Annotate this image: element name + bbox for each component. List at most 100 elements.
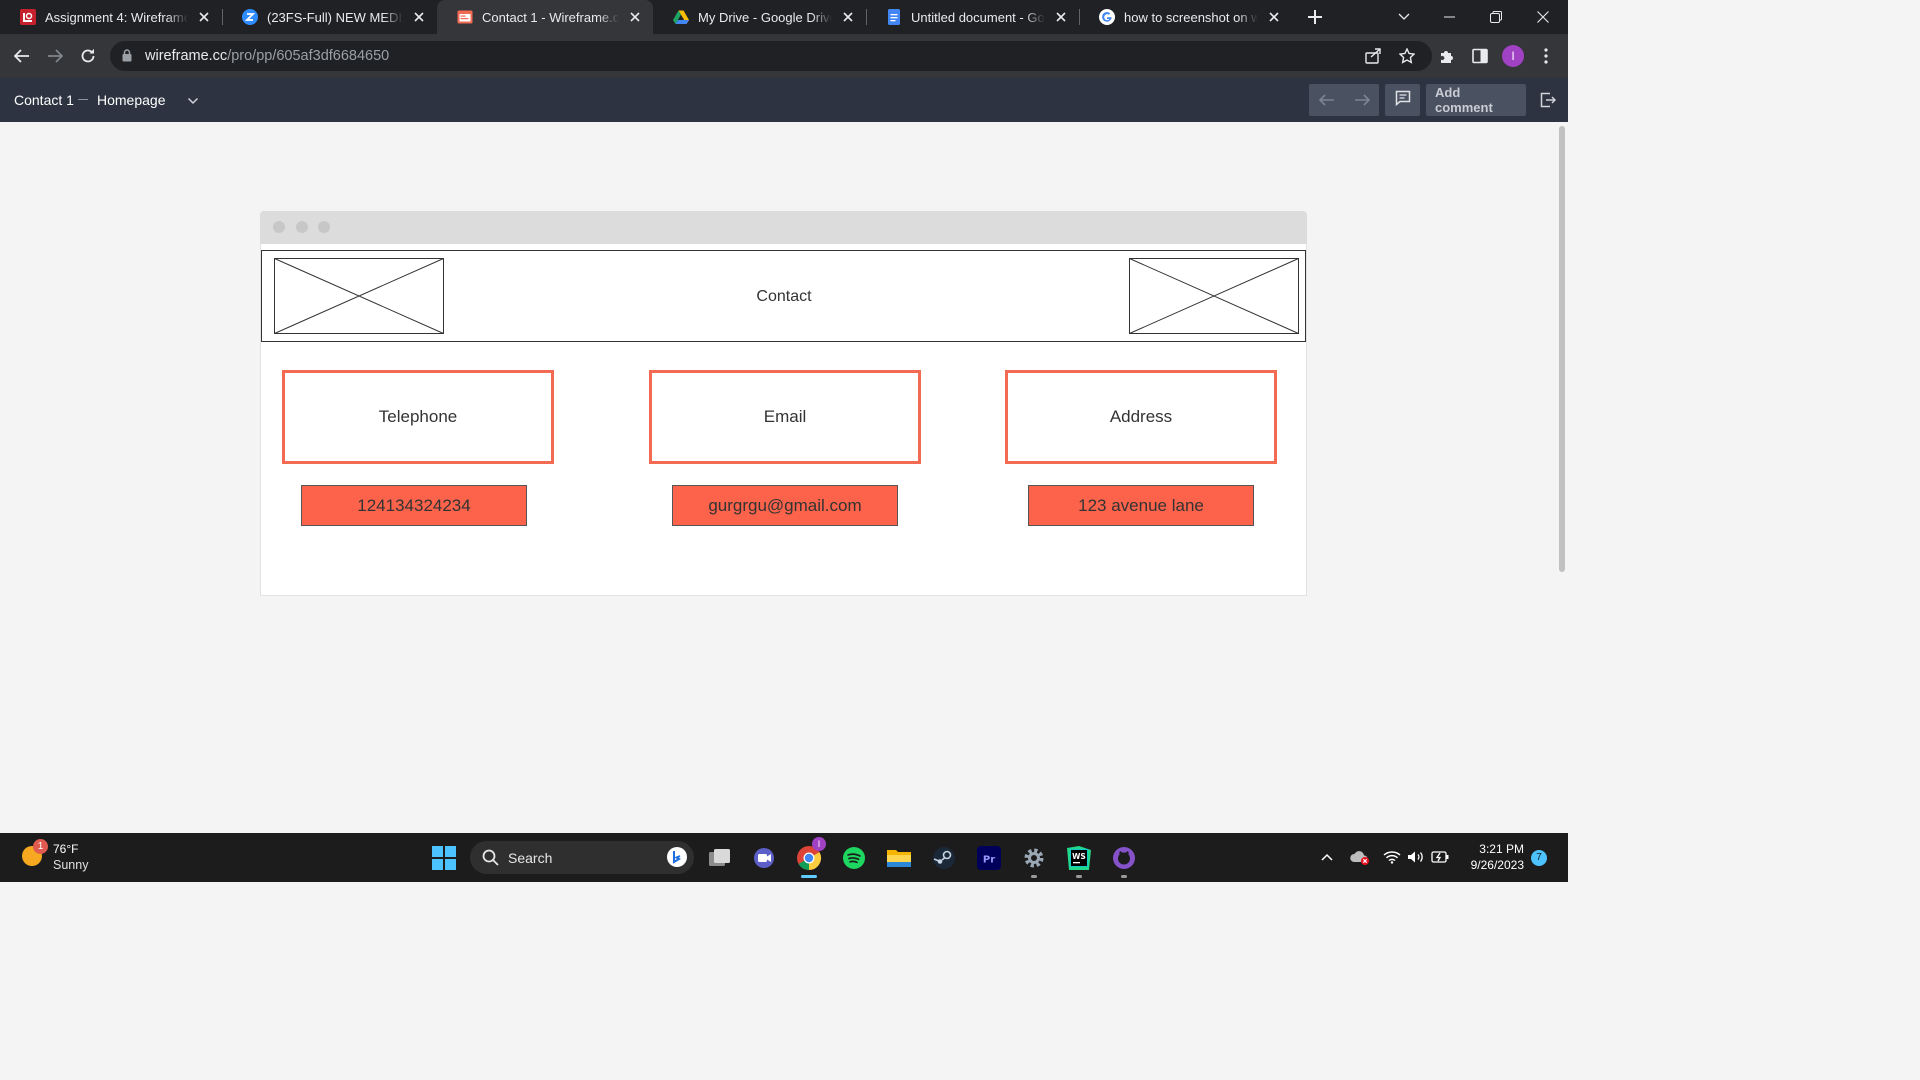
system-clock[interactable]: 3:21 PM 9/26/2023 <box>1460 841 1524 873</box>
frame-dot <box>296 221 308 233</box>
file-explorer-icon[interactable] <box>885 844 913 872</box>
add-comment-button[interactable]: Add comment <box>1426 84 1526 116</box>
settings-gear-icon[interactable] <box>1020 844 1048 872</box>
windows-taskbar: 1 76°F Sunny Search I Pr WS 3:21 PM 9/26… <box>0 833 1568 882</box>
close-window-icon[interactable] <box>1520 0 1566 34</box>
frame-dot <box>318 221 330 233</box>
wireframe-header-title: Contact <box>756 288 812 305</box>
tab-google-doc[interactable]: Untitled document - Googl <box>866 0 1079 34</box>
open-app-indicator <box>1121 875 1127 878</box>
email-card[interactable]: Email <box>649 370 921 464</box>
lock-icon[interactable] <box>122 49 132 67</box>
chrome-profile-badge: I <box>812 837 826 851</box>
weather-temperature: 76°F <box>53 842 79 856</box>
browser-toolbar: wireframe.cc/pro/pp/605af3df6684650 I <box>0 34 1568 78</box>
app-header-bar: Contact 1 Homepage Add comment <box>0 78 1568 122</box>
notification-count-badge[interactable]: 7 <box>1531 850 1547 866</box>
vertical-scrollbar[interactable] <box>1556 122 1568 833</box>
close-tab-icon[interactable] <box>1053 9 1069 25</box>
tab-title: Untitled document - Googl <box>911 9 1045 25</box>
tab-title: My Drive - Google Drive <box>698 9 832 25</box>
browser-tab-strip: Assignment 4: Wireframes (23FS-Full) NEW… <box>0 0 1568 34</box>
windows-start-icon[interactable] <box>432 846 456 870</box>
canvas-logo-icon <box>20 9 36 25</box>
share-icon[interactable] <box>1363 46 1383 66</box>
breadcrumb-separator <box>78 99 88 100</box>
exit-preview-icon[interactable] <box>1532 84 1564 116</box>
url-domain: wireframe.cc <box>145 48 228 64</box>
tab-google-drive[interactable]: My Drive - Google Drive <box>653 0 866 34</box>
next-page-arrow-icon[interactable] <box>1344 94 1379 106</box>
previous-page-arrow-icon[interactable] <box>1309 94 1344 106</box>
tab-title: Contact 1 - Wireframe.cc Pr <box>482 9 619 25</box>
battery-charging-icon[interactable] <box>1431 847 1451 867</box>
address-bar[interactable]: wireframe.cc/pro/pp/605af3df6684650 <box>110 41 1432 71</box>
webstorm-icon[interactable]: WS <box>1065 844 1093 872</box>
github-desktop-icon[interactable] <box>1110 844 1138 872</box>
comments-button[interactable] <box>1385 84 1420 116</box>
google-drive-icon <box>673 9 689 25</box>
search-icon <box>482 849 499 871</box>
close-tab-icon[interactable] <box>196 9 212 25</box>
add-comment-label: Add comment <box>1435 85 1493 115</box>
extensions-puzzle-icon[interactable] <box>1435 44 1459 68</box>
restore-window-icon[interactable] <box>1473 0 1519 34</box>
show-hidden-icons-chevron-up-icon[interactable] <box>1317 847 1337 867</box>
image-placeholder-left <box>274 258 444 334</box>
close-tab-icon[interactable] <box>840 9 856 25</box>
open-app-indicator <box>1031 875 1037 878</box>
chrome-taskbar-icon[interactable]: I <box>795 837 826 872</box>
spotify-icon[interactable] <box>840 844 868 872</box>
onedrive-error-icon[interactable] <box>1350 847 1370 867</box>
close-tab-icon[interactable] <box>1266 9 1282 25</box>
tab-title: (23FS-Full) NEW MEDIA I (0 <box>267 9 403 25</box>
weather-condition: Sunny <box>53 858 89 872</box>
page-name[interactable]: Homepage <box>97 78 166 122</box>
clock-date: 9/26/2023 <box>1470 858 1524 872</box>
steam-icon[interactable] <box>930 844 958 872</box>
taskbar-search-box[interactable]: Search <box>470 841 694 874</box>
profile-avatar[interactable]: I <box>1502 45 1524 67</box>
url-text[interactable]: wireframe.cc/pro/pp/605af3df6684650 <box>145 48 389 64</box>
url-path: /pro/pp/605af3df6684650 <box>227 48 390 64</box>
project-name[interactable]: Contact 1 <box>14 78 74 122</box>
tab-screenshot-search[interactable]: how to screenshot on wind <box>1079 0 1292 34</box>
close-tab-icon[interactable] <box>411 9 427 25</box>
volume-icon[interactable] <box>1406 847 1426 867</box>
back-arrow-icon[interactable] <box>8 42 36 70</box>
forward-arrow-icon[interactable] <box>41 42 69 70</box>
side-panel-icon[interactable] <box>1468 44 1492 68</box>
telephone-value[interactable]: 124134324234 <box>301 485 527 526</box>
tab-contact-wireframe[interactable]: Contact 1 - Wireframe.cc Pr <box>437 0 653 34</box>
address-value[interactable]: 123 avenue lane <box>1028 485 1254 526</box>
tab-title: Assignment 4: Wireframes <box>45 9 188 25</box>
bing-chat-icon[interactable] <box>666 846 688 873</box>
tab-search-chevron-icon[interactable] <box>1381 0 1427 34</box>
frame-title-bar <box>260 211 1307 244</box>
zoom-z-icon <box>242 9 258 25</box>
minimize-window-icon[interactable] <box>1427 0 1473 34</box>
tab-new-media[interactable]: (23FS-Full) NEW MEDIA I (0 <box>222 0 437 34</box>
svg-text:WS: WS <box>1072 852 1086 861</box>
tab-assignment[interactable]: Assignment 4: Wireframes <box>0 0 222 34</box>
search-label: Search <box>508 850 553 866</box>
bookmark-star-icon[interactable] <box>1397 46 1417 66</box>
task-view-icon[interactable] <box>706 844 734 872</box>
scrollbar-thumb[interactable] <box>1559 126 1565 572</box>
prev-next-button-group <box>1309 84 1379 116</box>
close-tab-icon[interactable] <box>627 9 643 25</box>
address-card[interactable]: Address <box>1005 370 1277 464</box>
wifi-icon[interactable] <box>1382 847 1402 867</box>
tab-title: how to screenshot on wind <box>1124 9 1258 25</box>
email-value[interactable]: gurgrgu@gmail.com <box>672 485 898 526</box>
svg-text:Pr: Pr <box>983 855 995 866</box>
chrome-menu-kebab-icon[interactable] <box>1534 44 1558 68</box>
teams-chat-icon[interactable] <box>750 844 778 872</box>
premiere-pro-icon[interactable]: Pr <box>975 844 1003 872</box>
new-tab-plus-icon[interactable] <box>1305 7 1325 27</box>
google-docs-icon <box>886 9 902 25</box>
page-dropdown-chevron-icon[interactable] <box>187 78 199 122</box>
reload-icon[interactable] <box>74 42 102 70</box>
open-app-indicator <box>1076 875 1082 878</box>
telephone-card[interactable]: Telephone <box>282 370 554 464</box>
